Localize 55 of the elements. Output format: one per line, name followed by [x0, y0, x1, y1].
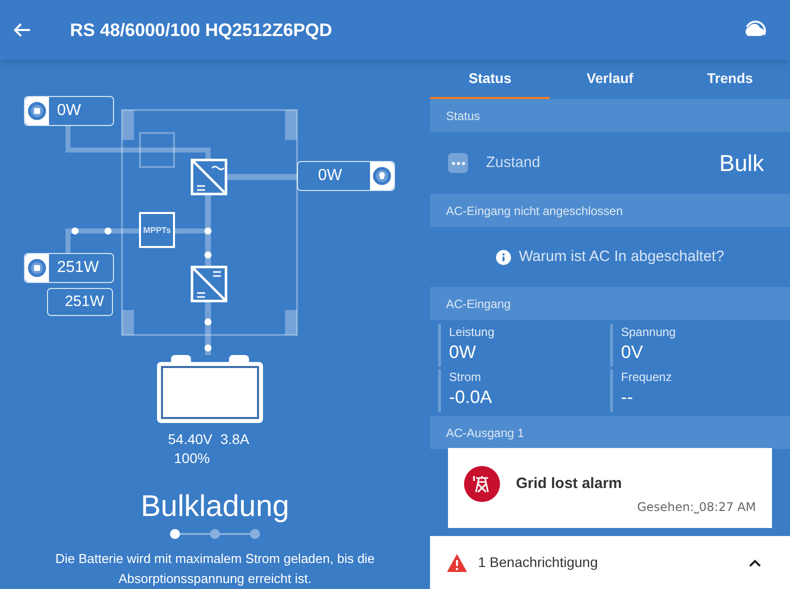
bulb-icon	[373, 167, 391, 185]
power-pylon-icon	[464, 466, 500, 502]
solar-total: 251W	[47, 288, 113, 316]
caret-up-icon[interactable]	[748, 558, 762, 568]
notification-bar[interactable]: 1 Benachrichtigung	[430, 536, 790, 589]
charge-state-description: Die Batterie wird mit maximalem Strom geladen, bis die Absorptionsspannung erreicht ist.	[54, 550, 376, 588]
battery-soc: 100%	[174, 449, 211, 468]
tab[interactable]: Trends	[670, 60, 790, 99]
ac-input-node[interactable]: 0W	[24, 96, 114, 126]
mppt-block: MPPTs	[139, 212, 175, 248]
tab[interactable]: Verlauf	[550, 60, 670, 99]
dc-dc-converter-icon	[190, 266, 228, 302]
state-value: Bulk	[719, 148, 764, 178]
junction-dot	[72, 228, 78, 234]
section-header: AC-Eingang nicht angeschlossen	[446, 202, 623, 220]
socket-icon	[28, 102, 46, 120]
notification-count: 1 Benachrichtigung	[478, 553, 599, 572]
section-header: AC-Ausgang 1	[446, 424, 524, 442]
junction-dot	[204, 228, 212, 234]
battery-current: 3.8A	[220, 430, 250, 449]
metric-label: Leistung	[449, 324, 494, 340]
metric-value: 0W	[449, 341, 477, 364]
notification-title: Grid lost alarm	[516, 474, 622, 494]
corner-bar	[122, 310, 134, 335]
metric-value: --	[621, 386, 634, 409]
connector-line	[226, 174, 297, 180]
info-link[interactable]: Warum ist AC In abgeschaltet?	[496, 246, 724, 268]
ac-output-node[interactable]: 0W	[297, 161, 395, 191]
charge-state-title: Bulkladung	[140, 489, 290, 525]
window-title: RS 48/6000/100 HQ2512Z6PQD	[70, 18, 334, 42]
junction-dot	[204, 318, 212, 326]
corner-bar	[285, 310, 297, 335]
metric-label: Strom	[449, 369, 482, 385]
section-header: AC-Eingang	[446, 296, 511, 312]
battery-voltage: 54.40V	[168, 430, 212, 449]
metric-value: -0.0A	[449, 386, 492, 409]
state-label: Zustand	[486, 152, 542, 173]
section-header: Status	[446, 108, 480, 124]
metric-value: 0V	[621, 341, 644, 364]
warning-icon	[446, 552, 468, 572]
dc-ac-converter-icon	[190, 158, 228, 196]
junction-dot	[104, 228, 112, 234]
junction-dot	[204, 344, 212, 352]
metric-label: Frequenz	[621, 369, 672, 385]
switch-outline	[139, 132, 175, 168]
info-icon	[496, 250, 511, 264]
notification-seen-time: Gesehen:⎵08:27 AM	[637, 499, 756, 516]
junction-dot	[204, 252, 212, 258]
notification-card[interactable]: Grid lost alarm Gesehen:⎵08:27 AM	[448, 448, 772, 528]
corner-bar	[122, 110, 134, 140]
metric-label: Spannung	[621, 324, 676, 340]
solar-node[interactable]: 251W	[24, 253, 114, 283]
more-icon	[448, 153, 468, 173]
corner-bar	[285, 110, 297, 140]
socket-icon	[28, 259, 46, 277]
